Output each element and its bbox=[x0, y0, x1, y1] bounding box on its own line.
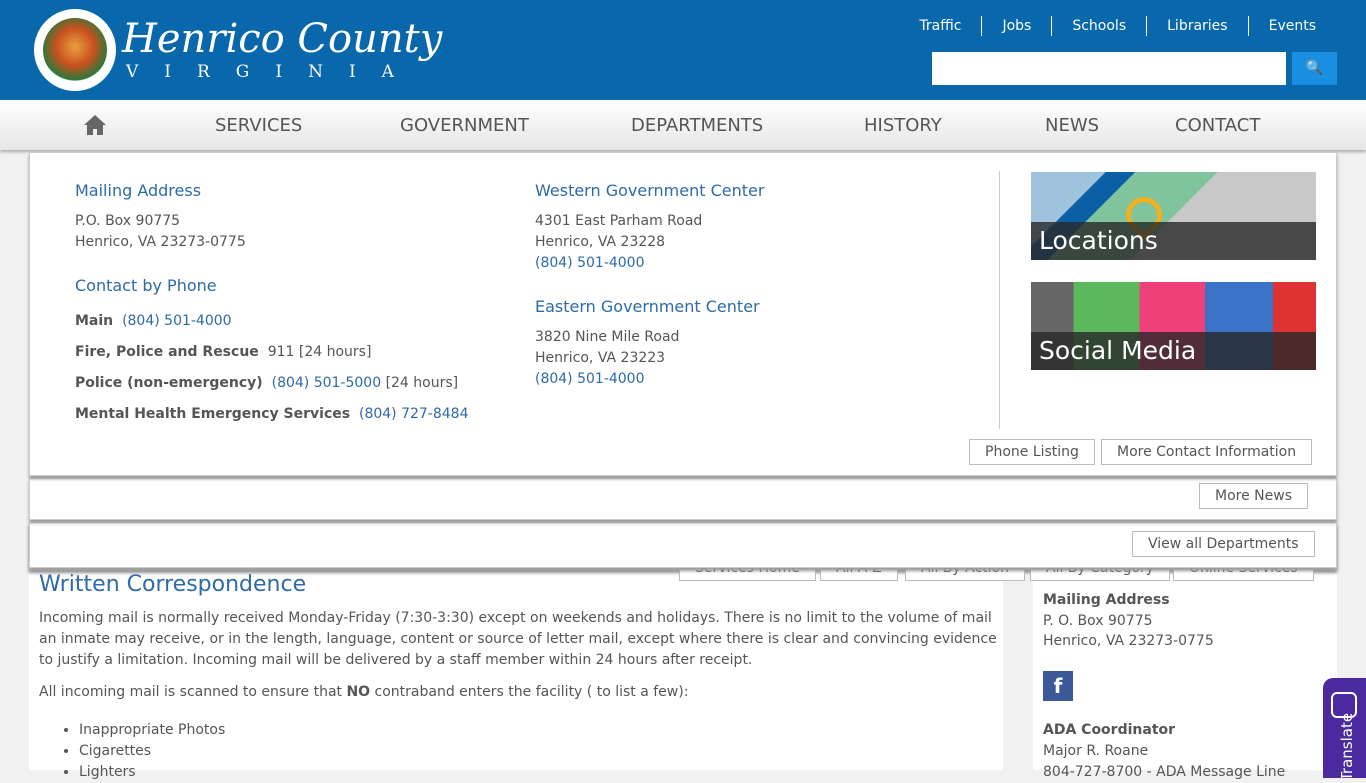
tile-label: Social Media bbox=[1031, 332, 1316, 370]
side-line: P. O. Box 90775 bbox=[1043, 613, 1153, 629]
nav-news[interactable]: NEWS bbox=[1045, 115, 1099, 136]
ada-title: ADA Coordinator bbox=[1043, 722, 1176, 738]
western-phone-link[interactable]: (804) 501-4000 bbox=[535, 255, 645, 271]
nav-contact[interactable]: CONTACT bbox=[1175, 115, 1260, 136]
side-line: Henrico, VA 23273-0775 bbox=[1043, 633, 1214, 649]
main-content: Written Correspondence Incoming mail is … bbox=[29, 570, 1003, 780]
nav-history[interactable]: HISTORY bbox=[864, 115, 942, 136]
phone-main: Main (804) 501-4000 bbox=[75, 313, 232, 329]
eastern-phone-link[interactable]: (804) 501-4000 bbox=[535, 371, 645, 387]
ada-line: 804-727-8700 - ADA Message Line bbox=[1043, 764, 1286, 780]
home-icon[interactable] bbox=[83, 114, 107, 136]
more-contact-info-button[interactable]: More Contact Information bbox=[1101, 439, 1313, 465]
top-links: Traffic Jobs Schools Libraries Events bbox=[899, 16, 1336, 36]
social-media-tile[interactable]: Social Media bbox=[1031, 282, 1316, 370]
divider bbox=[999, 171, 1000, 429]
mailing-title: Mailing Address bbox=[75, 181, 202, 200]
translate-widget[interactable]: Translate bbox=[1323, 678, 1366, 782]
search-button[interactable]: 🔍 bbox=[1292, 52, 1337, 85]
nav-departments[interactable]: DEPARTMENTS bbox=[631, 115, 763, 136]
logo-subtitle: VIRGINIA bbox=[126, 62, 420, 82]
nav-services[interactable]: SERVICES bbox=[215, 115, 302, 136]
phone-listing-button[interactable]: Phone Listing bbox=[969, 439, 1095, 465]
translate-label: Translate bbox=[1338, 712, 1357, 782]
address-line: 3820 Nine Mile Road bbox=[535, 329, 680, 345]
main-nav: SERVICES GOVERNMENT DEPARTMENTS HISTORY … bbox=[0, 100, 1366, 150]
address-line: 4301 East Parham Road bbox=[535, 213, 703, 229]
locations-tile[interactable]: Locations bbox=[1031, 172, 1316, 260]
list-item: Lighters bbox=[79, 762, 225, 783]
search-input[interactable] bbox=[932, 52, 1286, 85]
contraband-list: Inappropriate Photos Cigarettes Lighters bbox=[79, 720, 225, 783]
nav-government[interactable]: GOVERNMENT bbox=[400, 115, 529, 136]
facebook-icon[interactable]: f bbox=[1043, 671, 1073, 701]
phone-fire: Fire, Police and Rescue 911 [24 hours] bbox=[75, 344, 372, 360]
county-seal-logo[interactable] bbox=[34, 9, 116, 91]
paragraph: Incoming mail is normally received Monda… bbox=[39, 610, 997, 668]
news-dropdown-panel: More News bbox=[29, 478, 1337, 520]
address-line: Henrico, VA 23223 bbox=[535, 350, 666, 366]
top-link-libraries[interactable]: Libraries bbox=[1146, 16, 1247, 36]
list-item: Cigarettes bbox=[79, 741, 225, 762]
site-header: Henrico County VIRGINIA Traffic Jobs Sch… bbox=[0, 0, 1366, 100]
phone-title: Contact by Phone bbox=[75, 276, 217, 295]
logo-title[interactable]: Henrico County bbox=[122, 16, 442, 62]
section-heading: Written Correspondence bbox=[39, 572, 307, 597]
address-line: Henrico, VA 23228 bbox=[535, 234, 666, 250]
side-title: Mailing Address bbox=[1043, 592, 1170, 608]
tile-label: Locations bbox=[1031, 222, 1316, 260]
address-line: Henrico, VA 23273-0775 bbox=[75, 234, 246, 250]
phone-mental-health: Mental Health Emergency Services (804) 7… bbox=[75, 406, 469, 422]
western-title: Western Government Center bbox=[535, 181, 765, 200]
phone-police: Police (non-emergency) (804) 501-5000 [2… bbox=[75, 375, 459, 391]
search-icon: 🔍 bbox=[1305, 60, 1324, 76]
top-link-schools[interactable]: Schools bbox=[1051, 16, 1146, 36]
address-line: P.O. Box 90775 bbox=[75, 213, 181, 229]
ada-name: Major R. Roane bbox=[1043, 743, 1149, 759]
view-all-departments-button[interactable]: View all Departments bbox=[1132, 531, 1315, 557]
list-item: Inappropriate Photos bbox=[79, 720, 225, 741]
sidebar: Mailing Address P. O. Box 90775 Henrico,… bbox=[1033, 570, 1337, 780]
top-link-jobs[interactable]: Jobs bbox=[981, 16, 1051, 36]
more-news-button[interactable]: More News bbox=[1199, 483, 1308, 509]
paragraph: All incoming mail is scanned to ensure t… bbox=[39, 684, 689, 700]
top-link-events[interactable]: Events bbox=[1247, 16, 1336, 36]
departments-dropdown-panel: View all Departments bbox=[29, 522, 1337, 568]
top-link-traffic[interactable]: Traffic bbox=[899, 16, 981, 36]
eastern-title: Eastern Government Center bbox=[535, 297, 760, 316]
